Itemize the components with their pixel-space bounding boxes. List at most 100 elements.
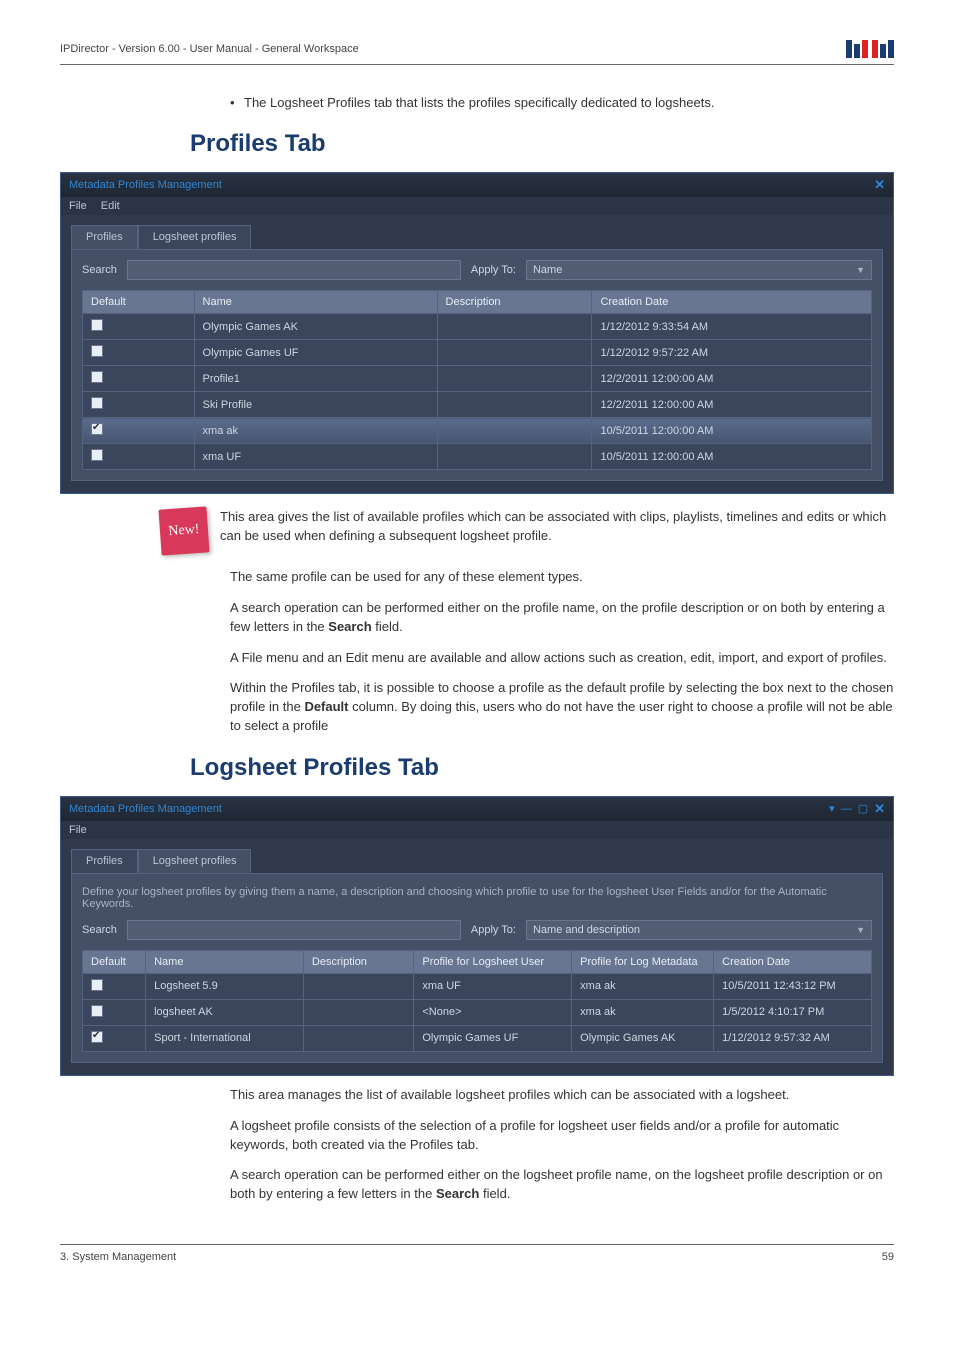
cell-profile-log-metadata: Olympic Games AK: [572, 1025, 714, 1051]
apply-to-value: Name: [533, 264, 562, 276]
cell-name: xma UF: [194, 444, 437, 470]
footer-section: 3. System Management: [60, 1251, 176, 1263]
pin-icon[interactable]: ▾: [829, 802, 835, 815]
cell-name: logsheet AK: [146, 999, 304, 1025]
cell-description: [437, 366, 592, 392]
menu-file[interactable]: File: [69, 824, 87, 836]
logsheet-profiles-window: Metadata Profiles Management ▾ — ▢ ✕ Fil…: [60, 796, 894, 1076]
cell-name: Olympic Games UF: [194, 340, 437, 366]
paragraph: Within the Profiles tab, it is possible …: [230, 679, 894, 736]
cell-name: xma ak: [194, 418, 437, 444]
apply-to-dropdown[interactable]: Name and description ▼: [526, 920, 872, 940]
logsheet-hint: Define your logsheet profiles by giving …: [82, 886, 872, 910]
paragraph: A logsheet profile consists of the selec…: [230, 1117, 894, 1155]
cell-creation-date: 12/2/2011 12:00:00 AM: [592, 392, 872, 418]
bullet-item: •The Logsheet Profiles tab that lists th…: [230, 95, 894, 110]
search-label: Search: [82, 264, 117, 276]
cell-creation-date: 10/5/2011 12:43:12 PM: [714, 973, 872, 999]
column-name[interactable]: Name: [194, 291, 437, 314]
column-profile-log-metadata[interactable]: Profile for Log Metadata: [572, 950, 714, 973]
column-default[interactable]: Default: [83, 291, 195, 314]
column-default[interactable]: Default: [83, 950, 146, 973]
cell-creation-date: 1/12/2012 9:57:22 AM: [592, 340, 872, 366]
cell-profile-logsheet-user: xma UF: [414, 973, 572, 999]
search-input[interactable]: [127, 260, 461, 280]
cell-name: Profile1: [194, 366, 437, 392]
table-row[interactable]: Olympic Games UF 1/12/2012 9:57:22 AM: [83, 340, 872, 366]
column-profile-logsheet-user[interactable]: Profile for Logsheet User: [414, 950, 572, 973]
default-checkbox[interactable]: [83, 392, 195, 418]
minimize-icon[interactable]: —: [841, 803, 852, 815]
default-checkbox[interactable]: [83, 444, 195, 470]
default-checkbox[interactable]: [83, 1025, 146, 1051]
new-badge: New!: [158, 506, 209, 555]
table-row[interactable]: xma ak 10/5/2011 12:00:00 AM: [83, 418, 872, 444]
cell-description: [303, 973, 413, 999]
apply-to-label: Apply To:: [471, 264, 516, 276]
page-number: 59: [882, 1251, 894, 1263]
paragraph: This area manages the list of available …: [230, 1086, 894, 1105]
table-row[interactable]: Profile1 12/2/2011 12:00:00 AM: [83, 366, 872, 392]
table-row[interactable]: Logsheet 5.9 xma UFxma ak10/5/2011 12:43:…: [83, 973, 872, 999]
cell-description: [303, 999, 413, 1025]
apply-to-label: Apply To:: [471, 924, 516, 936]
paragraph: A search operation can be performed eith…: [230, 599, 894, 637]
cell-description: [303, 1025, 413, 1051]
cell-creation-date: 12/2/2011 12:00:00 AM: [592, 366, 872, 392]
column-description[interactable]: Description: [437, 291, 592, 314]
table-row[interactable]: logsheet AK <None>xma ak1/5/2012 4:10:17 …: [83, 999, 872, 1025]
default-checkbox[interactable]: [83, 999, 146, 1025]
paragraph: The same profile can be used for any of …: [230, 568, 894, 587]
chevron-down-icon: ▼: [856, 265, 865, 275]
cell-creation-date: 1/12/2012 9:33:54 AM: [592, 314, 872, 340]
tab-logsheet-profiles[interactable]: Logsheet profiles: [138, 225, 252, 249]
profiles-window: Metadata Profiles Management ✕ File Edit…: [60, 172, 894, 494]
column-creation-date[interactable]: Creation Date: [714, 950, 872, 973]
evs-logo: [846, 40, 894, 58]
table-row[interactable]: Olympic Games AK 1/12/2012 9:33:54 AM: [83, 314, 872, 340]
cell-creation-date: 10/5/2011 12:00:00 AM: [592, 418, 872, 444]
table-row[interactable]: xma UF 10/5/2011 12:00:00 AM: [83, 444, 872, 470]
cell-creation-date: 1/5/2012 4:10:17 PM: [714, 999, 872, 1025]
window-title: Metadata Profiles Management: [69, 179, 222, 191]
cell-profile-log-metadata: xma ak: [572, 973, 714, 999]
cell-name: Sport - International: [146, 1025, 304, 1051]
search-label: Search: [82, 924, 117, 936]
column-creation-date[interactable]: Creation Date: [592, 291, 872, 314]
cell-name: Logsheet 5.9: [146, 973, 304, 999]
column-name[interactable]: Name: [146, 950, 304, 973]
tab-logsheet-profiles[interactable]: Logsheet profiles: [138, 849, 252, 873]
menu-file[interactable]: File: [69, 200, 87, 212]
logsheet-profiles-table: Default Name Description Profile for Log…: [82, 950, 872, 1052]
close-icon[interactable]: ✕: [874, 177, 885, 193]
cell-profile-logsheet-user: <None>: [414, 999, 572, 1025]
maximize-icon[interactable]: ▢: [858, 802, 868, 815]
default-checkbox[interactable]: [83, 418, 195, 444]
breadcrumb: IPDirector - Version 6.00 - User Manual …: [60, 43, 359, 55]
page-footer: 3. System Management 59: [60, 1244, 894, 1263]
default-checkbox[interactable]: [83, 314, 195, 340]
page-header: IPDirector - Version 6.00 - User Manual …: [60, 40, 894, 65]
menu-edit[interactable]: Edit: [101, 200, 120, 212]
default-checkbox[interactable]: [83, 366, 195, 392]
tab-profiles[interactable]: Profiles: [71, 225, 138, 249]
default-checkbox[interactable]: [83, 973, 146, 999]
section-profiles-tab: Profiles Tab: [190, 130, 894, 158]
column-description[interactable]: Description: [303, 950, 413, 973]
table-row[interactable]: Sport - International Olympic Games UFOly…: [83, 1025, 872, 1051]
cell-creation-date: 10/5/2011 12:00:00 AM: [592, 444, 872, 470]
close-icon[interactable]: ✕: [874, 801, 885, 817]
cell-profile-log-metadata: xma ak: [572, 999, 714, 1025]
tab-profiles[interactable]: Profiles: [71, 849, 138, 873]
cell-name: Olympic Games AK: [194, 314, 437, 340]
window-title: Metadata Profiles Management: [69, 803, 222, 815]
default-checkbox[interactable]: [83, 340, 195, 366]
cell-description: [437, 444, 592, 470]
paragraph: A File menu and an Edit menu are availab…: [230, 649, 894, 668]
cell-name: Ski Profile: [194, 392, 437, 418]
search-input[interactable]: [127, 920, 461, 940]
table-row[interactable]: Ski Profile 12/2/2011 12:00:00 AM: [83, 392, 872, 418]
cell-description: [437, 392, 592, 418]
cell-profile-logsheet-user: Olympic Games UF: [414, 1025, 572, 1051]
apply-to-dropdown[interactable]: Name ▼: [526, 260, 872, 280]
